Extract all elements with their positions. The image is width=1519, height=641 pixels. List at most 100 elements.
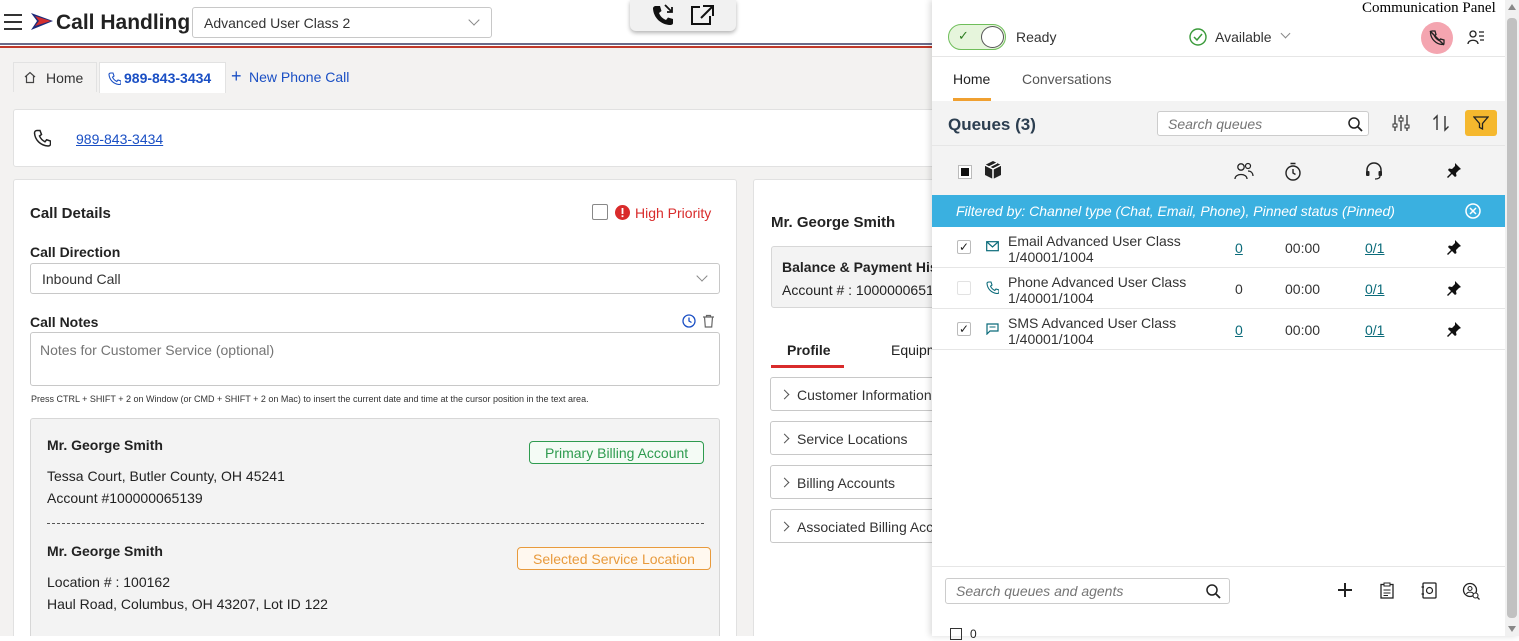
primary-billing-badge: Primary Billing Account	[529, 441, 705, 464]
scroll-up-icon[interactable]	[1508, 4, 1516, 10]
header-divider	[0, 43, 932, 48]
service-locations-section[interactable]: Service Locations	[770, 421, 932, 455]
scroll-down-icon[interactable]	[1508, 626, 1516, 632]
sliders-icon[interactable]	[1392, 114, 1410, 132]
chevron-down-icon	[1280, 28, 1291, 39]
phone-transfer-icon[interactable]	[651, 4, 675, 26]
queue-ratio[interactable]: 0/1	[1365, 281, 1384, 297]
scrollbar-thumb[interactable]	[1507, 18, 1517, 618]
app-title: Call Handling	[56, 11, 191, 34]
search-icon	[1206, 584, 1221, 599]
phone-icon	[33, 129, 51, 147]
class-select[interactable]: Advanced User Class 2	[192, 7, 492, 38]
billing-accounts-section[interactable]: Billing Accounts	[770, 465, 932, 499]
phone-number-link[interactable]: 989-843-3434	[76, 131, 163, 147]
queue-agent-search[interactable]	[945, 578, 1230, 604]
account-address: Tessa Court, Butler County, OH 45241	[47, 468, 285, 484]
tab-conversations[interactable]: Conversations	[1022, 71, 1112, 87]
available-check-icon	[1189, 28, 1207, 46]
new-phone-call-button[interactable]: + New Phone Call	[230, 62, 360, 92]
queue-count[interactable]: 0	[1235, 240, 1243, 256]
tab-profile[interactable]: Profile	[771, 332, 844, 368]
location-address: Haul Road, Columbus, OH 43207, Lot ID 12…	[47, 596, 328, 612]
high-priority-label: High Priority	[635, 205, 712, 221]
queues-toolbar: Queues (3)	[932, 101, 1505, 145]
account-number: Account #100000065139	[47, 490, 203, 506]
divider	[932, 56, 1505, 57]
contact-book-icon[interactable]	[1421, 582, 1438, 599]
hamburger-menu-icon[interactable]	[4, 13, 24, 31]
app-header: Call Handling Advanced User Class 2	[0, 0, 932, 44]
trash-icon[interactable]	[702, 314, 715, 328]
queue-search[interactable]	[1157, 111, 1369, 136]
bottom-count: 0	[970, 627, 977, 641]
phone-off-button[interactable]	[1421, 22, 1453, 54]
call-details-card: Call Details High Priority Call Directio…	[13, 179, 737, 636]
high-priority-checkbox[interactable]	[592, 204, 608, 220]
customer-information-section[interactable]: Customer Information	[770, 377, 932, 411]
chevron-right-icon	[779, 477, 790, 488]
ready-label: Ready	[1016, 29, 1057, 45]
tab-panel-home-label: Home	[953, 71, 991, 87]
queue-search-input[interactable]	[1158, 112, 1343, 135]
queue-ratio[interactable]: 0/1	[1365, 240, 1384, 256]
call-handling-app: Call Handling Advanced User Class 2 Home…	[0, 0, 932, 636]
new-phone-call-label: New Phone Call	[249, 69, 350, 85]
clipboard-icon[interactable]	[1380, 582, 1394, 599]
queue-checkbox[interactable]: ✓	[957, 240, 971, 254]
queue-agent-search-input[interactable]	[946, 579, 1201, 603]
ready-toggle[interactable]: ✓	[948, 24, 1006, 50]
queue-count[interactable]: 0	[1235, 322, 1243, 338]
call-direction-select[interactable]: Inbound Call	[30, 263, 720, 294]
class-select-value: Advanced User Class 2	[204, 15, 351, 31]
section-label: Customer Information	[797, 387, 932, 403]
filter-button[interactable]	[1465, 110, 1497, 136]
sort-icon[interactable]	[1432, 114, 1450, 132]
queue-table-header	[932, 145, 1505, 195]
agent-search-icon[interactable]	[1462, 582, 1480, 600]
tab-phone-call[interactable]: 989-843-3434	[99, 62, 226, 93]
add-icon[interactable]	[1337, 582, 1353, 598]
queue-checkbox[interactable]: ✓	[957, 322, 971, 336]
tab-panel-home[interactable]: Home	[953, 71, 991, 101]
section-label: Service Locations	[797, 431, 908, 447]
call-notes-textarea[interactable]	[30, 332, 720, 386]
queue-checkbox[interactable]	[957, 281, 971, 295]
clock-icon[interactable]	[682, 314, 696, 328]
queues-title: Queues (3)	[948, 115, 1036, 134]
pin-icon[interactable]	[1446, 239, 1462, 255]
chevron-right-icon	[779, 389, 790, 400]
queue-ratio[interactable]: 0/1	[1365, 322, 1384, 338]
queue-row[interactable]: ✓ Email Advanced User Class 1/40001/1004…	[932, 227, 1505, 268]
section-label: Billing Accounts	[797, 475, 896, 491]
app-logo-icon	[31, 13, 53, 31]
pin-icon[interactable]	[1446, 321, 1462, 337]
associated-billing-section[interactable]: Associated Billing Acc	[770, 509, 932, 543]
close-filter-icon[interactable]	[1465, 203, 1481, 219]
customer-name: Mr. George Smith	[771, 214, 896, 231]
call-direction-value: Inbound Call	[42, 271, 121, 287]
filter-icon	[1473, 115, 1489, 131]
queue-name: Phone Advanced User Class	[1008, 274, 1187, 290]
tab-home[interactable]: Home	[13, 62, 97, 92]
tab-phone-label: 989-843-3434	[124, 70, 212, 86]
floating-call-toolbar	[630, 0, 736, 31]
agent-list-icon[interactable]	[1467, 28, 1485, 46]
check-icon: ✓	[958, 28, 969, 43]
availability-dropdown[interactable]: Available	[1189, 27, 1309, 47]
chevron-down-icon	[696, 270, 708, 282]
queue-row[interactable]: Phone Advanced User Class 1/40001/1004 0…	[932, 268, 1505, 309]
pin-icon[interactable]	[1446, 280, 1462, 296]
cube-icon	[983, 160, 1003, 180]
chevron-down-icon	[468, 14, 480, 26]
select-all-checkbox[interactable]	[958, 165, 972, 179]
available-label: Available	[1215, 29, 1272, 45]
tab-home-label: Home	[46, 70, 84, 86]
queue-id: 1/40001/1004	[1008, 249, 1094, 265]
panel-scrollbar[interactable]	[1505, 0, 1519, 636]
filter-banner: Filtered by: Channel type (Chat, Email, …	[932, 195, 1505, 227]
tab-equipment[interactable]: Equipm	[891, 342, 932, 358]
service-name: Mr. George Smith	[47, 543, 163, 559]
popout-icon[interactable]	[689, 4, 715, 26]
queue-row[interactable]: ✓ SMS Advanced User Class 1/40001/1004 0…	[932, 309, 1505, 350]
